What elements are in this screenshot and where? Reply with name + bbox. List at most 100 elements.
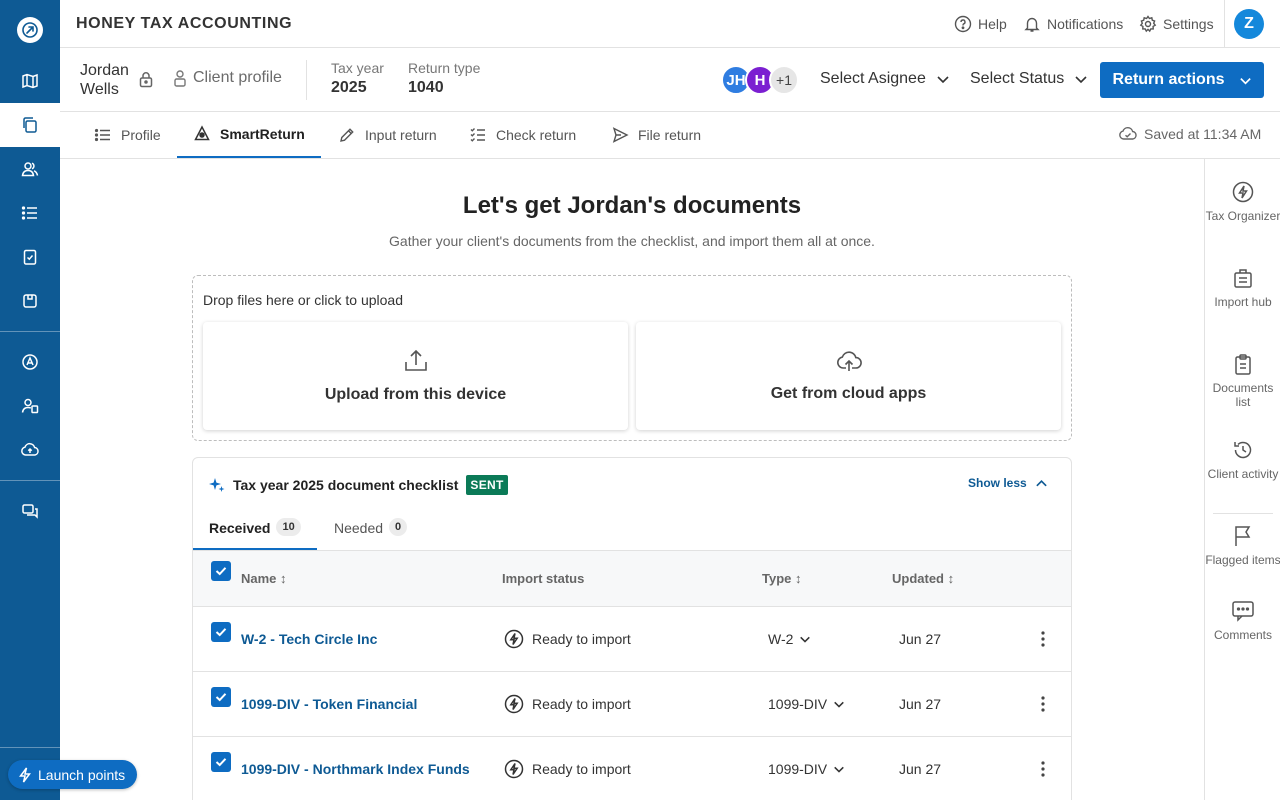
- select-all-checkbox[interactable]: [211, 561, 231, 581]
- type-label: 1099-DIV: [768, 761, 828, 777]
- updated-date: Jun 27: [899, 761, 942, 777]
- send-icon: [611, 126, 629, 144]
- upload-dropzone[interactable]: Drop files here or click to upload Uploa…: [192, 275, 1072, 441]
- chevron-up-icon: [1035, 477, 1048, 490]
- business-client-icon[interactable]: [0, 384, 60, 428]
- lock-icon[interactable]: [138, 71, 154, 88]
- documents-list-label: Documents list: [1212, 381, 1274, 409]
- document-name-link[interactable]: 1099-DIV - Northmark Index Funds: [241, 761, 470, 777]
- tab-received[interactable]: Received 10: [193, 512, 317, 550]
- comment-icon: [1205, 600, 1280, 622]
- count-badge: 10: [276, 518, 301, 536]
- document-checklist: Tax year 2025 document checklist SENT Sh…: [192, 457, 1072, 800]
- comments-button[interactable]: Comments: [1205, 600, 1280, 642]
- cloud-icon[interactable]: [0, 428, 60, 472]
- tab-smartreturn[interactable]: SmartReturn: [177, 112, 321, 158]
- chevron-down-icon: [799, 633, 811, 645]
- import-status: Ready to import: [504, 694, 631, 714]
- return-actions-button[interactable]: Return actions: [1100, 62, 1264, 98]
- pencil-icon: [338, 126, 356, 144]
- more-options-icon[interactable]: [1033, 629, 1053, 649]
- returns-icon[interactable]: [0, 103, 60, 147]
- more-options-icon[interactable]: [1033, 759, 1053, 779]
- smart-icon[interactable]: [0, 340, 60, 384]
- import-icon: [1205, 267, 1280, 289]
- tab-needed[interactable]: Needed 0: [318, 512, 423, 550]
- tab-label: Needed: [334, 520, 384, 536]
- flagged-items-button[interactable]: Flagged items: [1205, 525, 1280, 567]
- help-icon: [954, 15, 972, 33]
- tasks-icon[interactable]: [0, 235, 60, 279]
- document-name-link[interactable]: 1099-DIV - Token Financial: [241, 696, 417, 712]
- tab-file-return[interactable]: File return: [595, 112, 717, 158]
- cloud-upload-icon: [835, 349, 863, 373]
- map-icon[interactable]: [0, 59, 60, 103]
- tab-profile[interactable]: Profile: [78, 112, 177, 158]
- cloud-apps-button[interactable]: Get from cloud apps: [636, 322, 1061, 430]
- chevron-down-icon: [936, 72, 950, 86]
- checklist-title: Tax year 2025 document checklist: [233, 477, 459, 493]
- top-bar: HONEY TAX ACCOUNTING Help Notifications …: [60, 0, 1280, 48]
- row-checkbox[interactable]: [211, 622, 231, 642]
- flag-icon: [1205, 525, 1280, 547]
- client-activity-button[interactable]: Client activity: [1205, 439, 1280, 481]
- import-hub-button[interactable]: Import hub: [1205, 267, 1280, 309]
- return-tabs: Profile SmartReturn Input return Check r…: [60, 112, 1280, 159]
- tab-label: Input return: [365, 127, 437, 143]
- upload-device-button[interactable]: Upload from this device: [203, 322, 628, 430]
- page-title: Let's get Jordan's documents: [462, 192, 802, 219]
- chat-icon[interactable]: [0, 489, 60, 533]
- documents-list-button[interactable]: Documents list: [1205, 353, 1280, 409]
- table-row: W-2 - Tech Circle Inc Ready to import W-…: [193, 607, 1071, 672]
- type-dropdown[interactable]: W-2: [768, 631, 811, 647]
- settings-label: Settings: [1163, 16, 1214, 32]
- tab-check-return[interactable]: Check return: [453, 112, 592, 158]
- tax-year-label: Tax year: [331, 60, 384, 76]
- document-name-link[interactable]: W-2 - Tech Circle Inc: [241, 631, 377, 647]
- column-header-type[interactable]: Type ↕: [762, 571, 802, 586]
- list-icon[interactable]: [0, 191, 60, 235]
- bolt-icon: [1205, 181, 1280, 203]
- table-row: 1099-DIV - Northmark Index Funds Ready t…: [193, 737, 1071, 800]
- tab-label: File return: [638, 127, 702, 143]
- cloud-check-icon: [1118, 126, 1138, 142]
- launch-points-button[interactable]: Launch points: [8, 760, 138, 789]
- return-actions-label: Return actions: [1112, 71, 1225, 88]
- table-header: Name ↕ Import status Type ↕ Updated ↕: [193, 550, 1071, 607]
- chevron-down-icon: [1239, 74, 1252, 87]
- notifications-link[interactable]: Notifications: [1023, 14, 1123, 34]
- row-checkbox[interactable]: [211, 752, 231, 772]
- user-avatar[interactable]: Z: [1234, 9, 1264, 39]
- more-options-icon[interactable]: [1033, 694, 1053, 714]
- row-checkbox[interactable]: [211, 687, 231, 707]
- documents-icon[interactable]: [0, 279, 60, 323]
- app-logo-icon[interactable]: [17, 17, 43, 43]
- tax-organizer-button[interactable]: Tax Organizer: [1205, 181, 1280, 223]
- tab-input-return[interactable]: Input return: [322, 112, 453, 158]
- select-status-dropdown[interactable]: Select Status: [970, 70, 1088, 88]
- clients-icon[interactable]: [0, 147, 60, 191]
- show-less-button[interactable]: Show less: [968, 476, 1048, 490]
- column-header-status: Import status: [502, 571, 585, 586]
- chevron-down-icon: [833, 763, 845, 775]
- select-assignee-label: Select Asignee: [820, 70, 926, 87]
- chevron-down-icon: [833, 698, 845, 710]
- column-header-name[interactable]: Name ↕: [241, 571, 287, 586]
- select-assignee-dropdown[interactable]: Select Asignee: [820, 70, 950, 88]
- tab-label: SmartReturn: [220, 126, 305, 142]
- column-header-updated[interactable]: Updated ↕: [892, 571, 954, 586]
- client-header: Jordan Wells Client profile Tax year 202…: [60, 48, 1280, 112]
- help-link[interactable]: Help: [954, 14, 1007, 34]
- table-row: 1099-DIV - Token Financial Ready to impo…: [193, 672, 1071, 737]
- header-divider: [306, 60, 307, 100]
- topbar-divider: [1224, 0, 1225, 48]
- clipboard-icon: [1205, 353, 1280, 375]
- rail-divider: [0, 331, 60, 332]
- settings-link[interactable]: Settings: [1139, 14, 1214, 34]
- import-status: Ready to import: [504, 629, 631, 649]
- type-dropdown[interactable]: 1099-DIV: [768, 761, 845, 777]
- assignee-more-badge[interactable]: +1: [769, 65, 799, 95]
- type-dropdown[interactable]: 1099-DIV: [768, 696, 845, 712]
- client-profile-link[interactable]: Client profile: [173, 69, 282, 87]
- notifications-label: Notifications: [1047, 16, 1124, 32]
